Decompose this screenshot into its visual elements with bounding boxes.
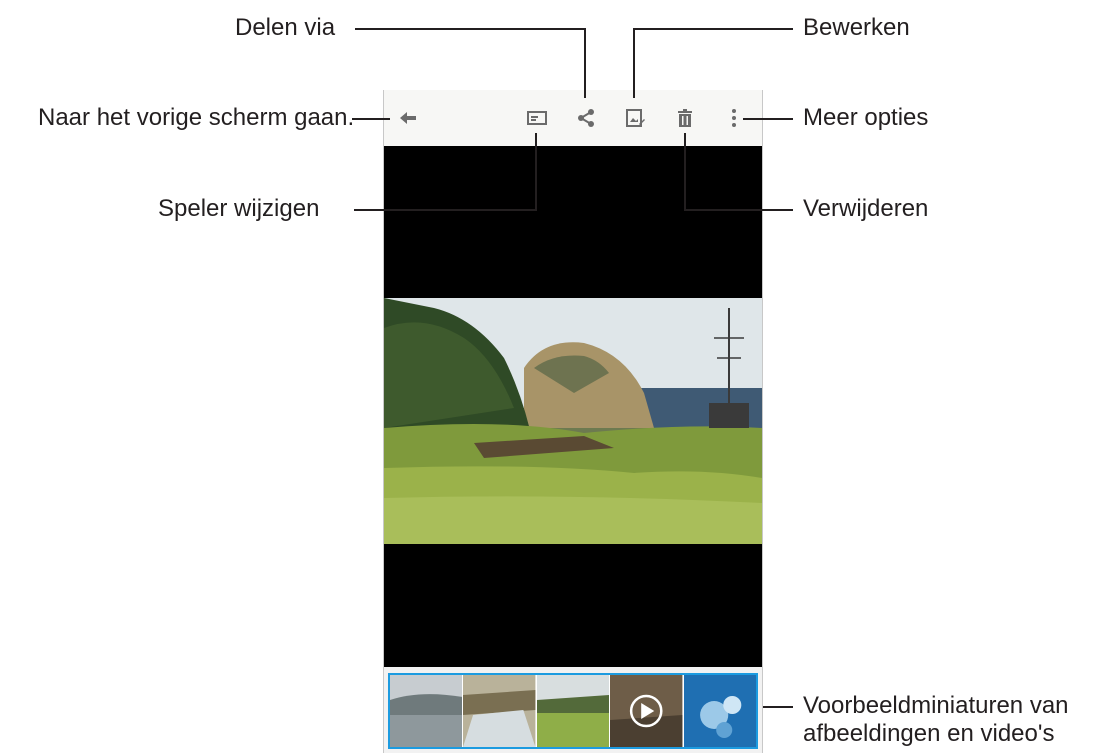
thumbnail-image bbox=[390, 675, 463, 747]
callout-thumbnails-line2: afbeeldingen en video's bbox=[803, 720, 1055, 747]
leader-share-h bbox=[355, 28, 586, 30]
change-player-icon bbox=[527, 111, 547, 125]
landscape-image bbox=[384, 298, 762, 544]
main-photo[interactable] bbox=[384, 298, 762, 544]
callout-delete: Verwijderen bbox=[803, 195, 929, 222]
thumbnail-1[interactable] bbox=[390, 675, 464, 747]
callout-change-player: Speler wijzigen bbox=[158, 195, 320, 222]
leader-more bbox=[743, 118, 793, 120]
leader-thumbnails bbox=[763, 706, 793, 708]
callout-edit: Bewerken bbox=[803, 14, 910, 41]
edit-button[interactable] bbox=[617, 100, 653, 136]
thumbnail-2[interactable] bbox=[463, 675, 537, 747]
leader-delete-v bbox=[684, 133, 686, 211]
thumbnail-strip bbox=[384, 667, 762, 753]
callout-more-options: Meer opties bbox=[803, 104, 929, 131]
callout-share: Delen via bbox=[235, 14, 336, 41]
leader-edit-h bbox=[633, 28, 793, 30]
leader-edit-v bbox=[633, 28, 635, 98]
thumbnail-3[interactable] bbox=[536, 675, 611, 747]
thumbnail-image bbox=[610, 675, 683, 747]
leader-back bbox=[352, 118, 390, 120]
leader-player-h bbox=[354, 209, 537, 211]
callout-back: Naar het vorige scherm gaan. bbox=[38, 104, 355, 131]
back-arrow-icon bbox=[400, 112, 416, 124]
thumbnail-4-video[interactable] bbox=[610, 675, 684, 747]
action-bar bbox=[384, 90, 762, 146]
thumbnail-5[interactable] bbox=[683, 675, 757, 747]
back-button[interactable] bbox=[390, 100, 426, 136]
trash-icon bbox=[678, 109, 692, 127]
thumbnail-frame bbox=[388, 673, 758, 749]
change-player-button[interactable] bbox=[519, 100, 555, 136]
callout-thumbnails-line1: Voorbeeldminiaturen van bbox=[803, 692, 1069, 719]
leader-share-v bbox=[584, 28, 586, 98]
thumbnail-image bbox=[463, 675, 536, 747]
delete-button[interactable] bbox=[667, 100, 703, 136]
thumbnail-image bbox=[683, 675, 757, 747]
gallery-screen bbox=[383, 90, 763, 753]
edit-icon bbox=[626, 109, 645, 127]
thumbnail-image bbox=[536, 675, 610, 747]
leader-player-v bbox=[535, 133, 537, 211]
share-button[interactable] bbox=[568, 100, 604, 136]
share-icon bbox=[578, 109, 594, 127]
leader-delete-h bbox=[684, 209, 793, 211]
